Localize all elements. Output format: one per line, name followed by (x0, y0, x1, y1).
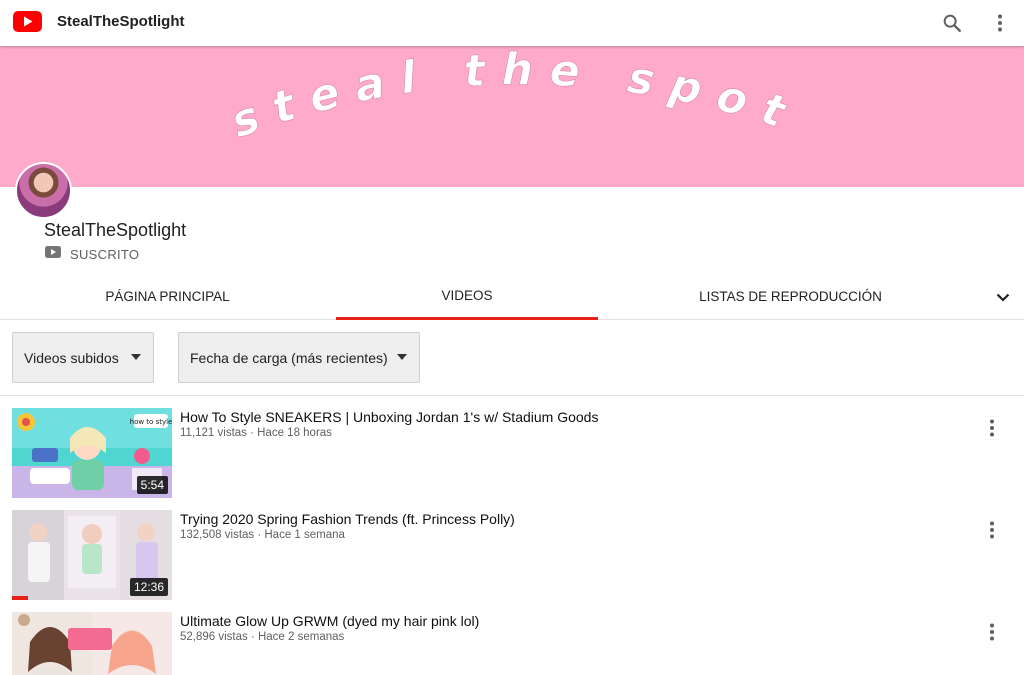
more-vertical-icon[interactable] (986, 9, 1014, 37)
tab-videos[interactable]: VIDEOS (336, 271, 598, 319)
more-vertical-icon[interactable] (980, 620, 1004, 644)
video-meta: 11,121 vistas · Hace 18 horas (180, 427, 332, 439)
video-type-selected: Videos subidos (24, 349, 119, 366)
app-bar: StealTheSpotlight (0, 0, 1024, 46)
video-item[interactable]: how to style 5:54 How To Style SNEAKERS … (0, 408, 1024, 500)
video-type-dropdown[interactable]: Videos subidos (12, 332, 154, 383)
sort-order-dropdown[interactable]: Fecha de carga (más recientes) (178, 332, 420, 383)
banner-art: steal the spotlight (0, 46, 806, 148)
video-duration: 5:54 (136, 476, 168, 494)
app-title: StealTheSpotlight (57, 13, 185, 30)
youtube-small-icon (45, 245, 61, 263)
dropdown-arrow-icon (131, 354, 141, 360)
video-thumbnail[interactable]: 12:36 (12, 510, 172, 600)
video-thumbnail[interactable] (12, 612, 172, 675)
tab-playlists[interactable]: LISTAS DE REPRODUCCIÓN (658, 272, 923, 320)
dropdown-arrow-icon (397, 354, 407, 360)
subscribed-button[interactable]: SUSCRITO (45, 245, 139, 263)
filter-bar: Videos subidos Fecha de carga (más recie… (0, 320, 1024, 396)
sort-order-selected: Fecha de carga (más recientes) (190, 349, 388, 366)
video-item[interactable]: Ultimate Glow Up GRWM (dyed my hair pink… (0, 612, 1024, 675)
more-vertical-icon[interactable] (980, 416, 1004, 440)
channel-tabs: PÁGINA PRINCIPAL VIDEOS LISTAS DE REPROD… (0, 272, 1024, 320)
video-item[interactable]: 12:36 Trying 2020 Spring Fashion Trends … (0, 510, 1024, 602)
chevron-down-icon[interactable] (990, 284, 1016, 310)
svg-text:how to style: how to style (130, 418, 172, 426)
channel-banner: steal the spotlight (0, 46, 1024, 187)
watch-progress-bar (12, 596, 28, 600)
tab-home[interactable]: PÁGINA PRINCIPAL (40, 272, 295, 320)
channel-name: StealTheSpotlight (44, 220, 187, 240)
video-meta: 132,508 vistas · Hace 1 semana (180, 529, 345, 541)
more-vertical-icon[interactable] (980, 518, 1004, 542)
video-thumbnail[interactable]: how to style 5:54 (12, 408, 172, 498)
banner-text: steal the spotlight (0, 46, 806, 148)
video-meta: 52,896 vistas · Hace 2 semanas (180, 631, 345, 643)
video-title[interactable]: Trying 2020 Spring Fashion Trends (ft. P… (180, 511, 515, 527)
video-title[interactable]: How To Style SNEAKERS | Unboxing Jordan … (180, 409, 598, 425)
video-title[interactable]: Ultimate Glow Up GRWM (dyed my hair pink… (180, 613, 479, 629)
search-icon[interactable] (938, 9, 966, 37)
subscribed-label: SUSCRITO (70, 246, 140, 262)
channel-avatar[interactable] (15, 162, 72, 219)
video-duration: 12:36 (129, 578, 168, 596)
youtube-logo-icon[interactable] (13, 11, 42, 32)
